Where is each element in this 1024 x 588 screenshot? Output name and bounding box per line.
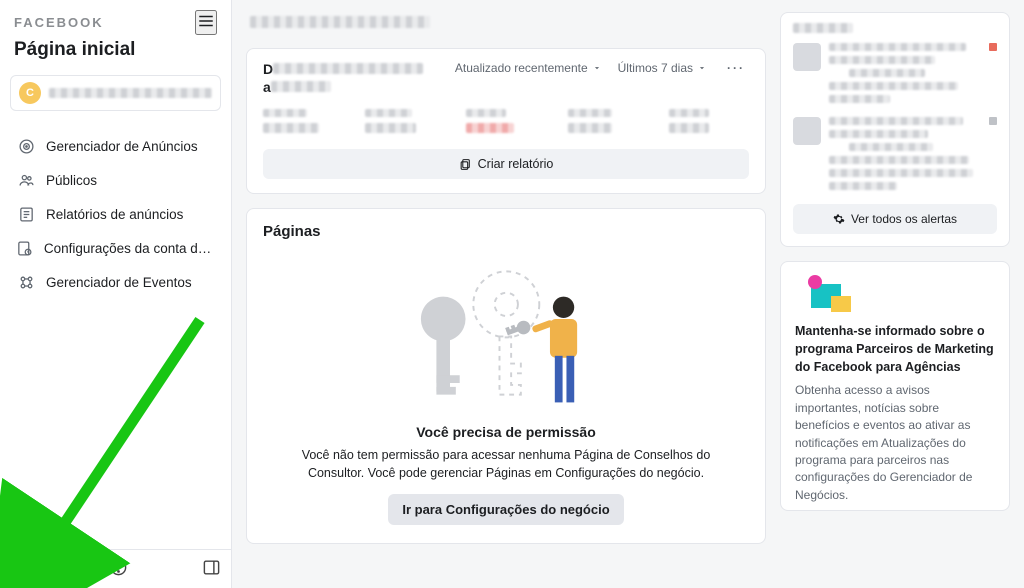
account-avatar: C — [19, 82, 41, 104]
page-title: Página inicial — [14, 39, 217, 61]
events-icon — [16, 272, 36, 292]
sidebar-bottom-bar: 31 — [0, 549, 231, 588]
target-icon — [16, 136, 36, 156]
sidebar-item-events-manager[interactable]: Gerenciador de Eventos — [6, 265, 225, 299]
permission-illustration — [263, 248, 749, 418]
sidebar-item-ads-manager[interactable]: Gerenciador de Anúncios — [6, 129, 225, 163]
updated-label: Atualizado recentemente — [455, 61, 588, 75]
alerts-title-redacted — [793, 23, 997, 33]
see-all-alerts-label: Ver todos os alertas — [851, 212, 957, 226]
search-button[interactable] — [76, 558, 95, 580]
account-performance-card: D a Atualizado recentemente Últimos 7 di… — [246, 48, 766, 194]
pages-section-title: Páginas — [263, 223, 749, 240]
chevron-down-icon — [592, 63, 602, 73]
marketing-partners-info-card: Mantenha-se informado sobre o programa P… — [780, 261, 1010, 511]
alert-item[interactable] — [793, 43, 997, 103]
performance-title-redacted: D a — [263, 61, 439, 95]
page-header-redacted — [246, 12, 766, 34]
settings-button[interactable] — [10, 558, 29, 580]
alert-avatar — [793, 117, 821, 145]
help-button[interactable] — [109, 558, 128, 580]
permission-description: Você não tem permissão para acessar nenh… — [291, 446, 721, 482]
chevron-down-icon — [697, 63, 707, 73]
panel-toggle-button[interactable] — [202, 558, 221, 580]
updated-dropdown[interactable]: Atualizado recentemente — [455, 61, 602, 75]
account-name-redacted — [49, 88, 212, 98]
create-report-label: Criar relatório — [478, 157, 554, 171]
report-copy-icon — [459, 158, 472, 171]
main-content: D a Atualizado recentemente Últimos 7 di… — [232, 0, 1024, 588]
notification-badge: 31 — [52, 553, 70, 566]
sidebar-item-ad-reports[interactable]: Relatórios de anúncios — [6, 197, 225, 231]
alert-item[interactable] — [793, 117, 997, 190]
sidebar-item-audiences[interactable]: Públicos — [6, 163, 225, 197]
pages-card: Páginas — [246, 208, 766, 544]
alert-status-dot — [989, 43, 997, 51]
sidebar-item-account-settings[interactable]: Configurações da conta de an... — [6, 231, 225, 265]
gear-icon — [833, 213, 845, 225]
date-range-dropdown[interactable]: Últimos 7 dias — [618, 61, 707, 75]
sidebar-item-label: Relatórios de anúncios — [46, 207, 183, 222]
permission-headline: Você precisa de permissão — [263, 424, 749, 440]
sidebar-nav: Gerenciador de Anúncios Públicos Relatór… — [0, 125, 231, 549]
alert-avatar — [793, 43, 821, 71]
brand-wordmark: FACEBOOK — [14, 15, 104, 30]
hamburger-menu-button[interactable] — [195, 10, 217, 35]
alerts-card: Ver todos os alertas — [780, 12, 1010, 247]
info-title: Mantenha-se informado sobre o programa P… — [795, 322, 995, 376]
go-to-business-settings-button[interactable]: Ir para Configurações do negócio — [388, 494, 623, 525]
range-label: Últimos 7 dias — [618, 61, 693, 75]
sidebar-item-label: Gerenciador de Eventos — [46, 275, 192, 290]
create-report-button[interactable]: Criar relatório — [263, 149, 749, 179]
more-menu-button[interactable]: ··· — [723, 61, 749, 75]
settings-doc-icon — [16, 238, 34, 258]
report-icon — [16, 204, 36, 224]
performance-metrics-row — [263, 109, 749, 133]
sidebar-item-label: Gerenciador de Anúncios — [46, 139, 198, 154]
sidebar-item-label: Configurações da conta de an... — [44, 241, 215, 256]
account-switcher[interactable]: C — [10, 75, 221, 111]
people-icon — [16, 170, 36, 190]
info-body: Obtenha acesso a avisos importantes, not… — [795, 382, 995, 504]
sidebar-item-label: Públicos — [46, 173, 97, 188]
sidebar: FACEBOOK Página inicial C Gerenciador de… — [0, 0, 232, 588]
info-graphic — [795, 274, 995, 314]
alert-status-dot — [989, 117, 997, 125]
see-all-alerts-button[interactable]: Ver todos os alertas — [793, 204, 997, 234]
notifications-button[interactable]: 31 — [43, 558, 62, 580]
